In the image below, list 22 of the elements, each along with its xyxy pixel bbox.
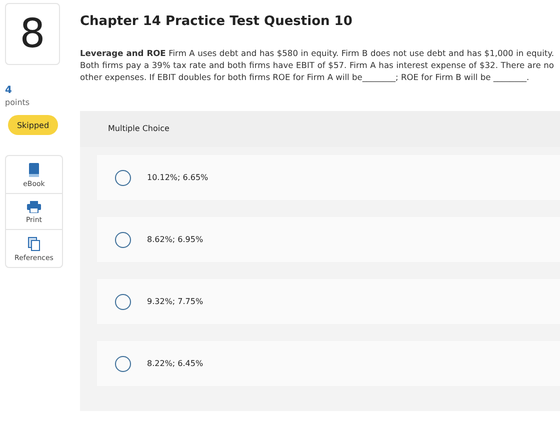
documents-icon <box>28 237 40 251</box>
answer-option[interactable]: 8.62%; 6.95% <box>97 217 560 262</box>
question-text: Leverage and ROE Firm A uses debt and has $580 in equity. Firm B does not use debt and has $1,000 in equity. Both firms pay a 39% tax rate and both firms have EBIT of $57. Firm A has interest expense of $32. There are no other expenses. If EBIT doubles for both firms ROE for Firm A will be________; ROE for Firm B will be ________. <box>80 47 554 83</box>
status-badge: Skipped <box>8 115 58 135</box>
answer-option[interactable]: 9.32%; 7.75% <box>97 279 560 324</box>
radio-button[interactable] <box>115 232 131 248</box>
option-label: 8.62%; 6.95% <box>147 235 204 244</box>
radio-button[interactable] <box>115 170 131 186</box>
question-title: Chapter 14 Practice Test Question 10 <box>80 14 354 29</box>
answer-type: Multiple Choice <box>108 124 170 133</box>
answer-option[interactable]: 8.22%; 6.45% <box>97 341 560 386</box>
option-label: 8.22%; 6.45% <box>147 359 204 368</box>
radio-button[interactable] <box>115 294 131 310</box>
points-label: points <box>5 98 31 107</box>
radio-button[interactable] <box>115 356 131 372</box>
book-icon <box>28 163 40 177</box>
option-label: 10.12%; 6.65% <box>147 173 208 182</box>
option-label: 9.32%; 7.75% <box>147 297 204 306</box>
points-value: 4 <box>5 85 13 96</box>
question-number: 8 <box>5 3 60 65</box>
printer-icon <box>27 201 41 213</box>
answer-option[interactable]: 10.12%; 6.65% <box>97 155 560 200</box>
